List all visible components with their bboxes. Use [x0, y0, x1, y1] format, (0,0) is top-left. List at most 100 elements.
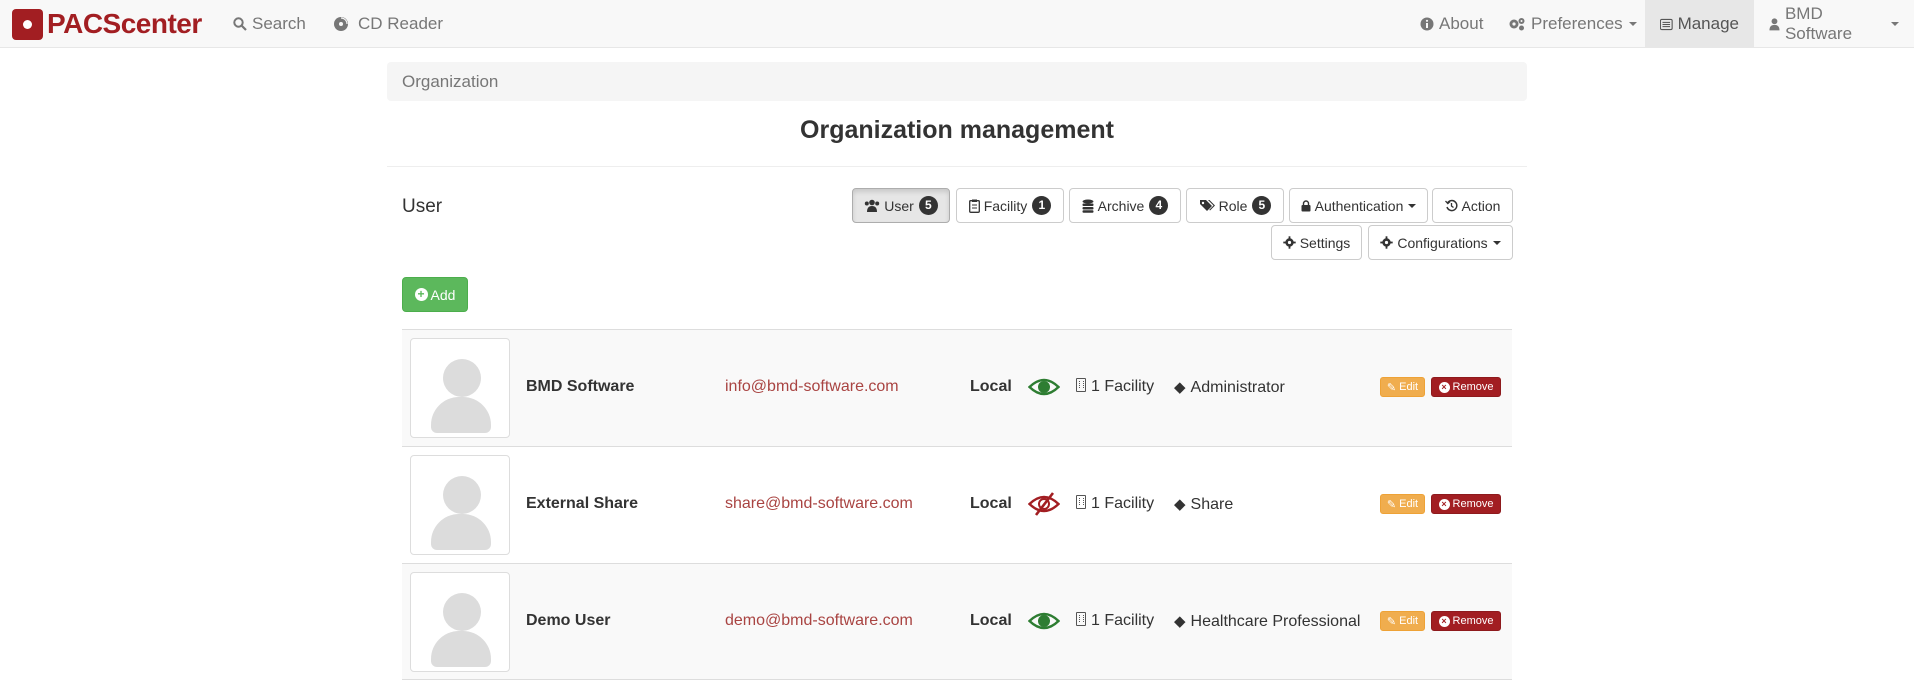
remove-button[interactable]: × Remove	[1431, 377, 1501, 397]
nav-user-menu[interactable]: BMD Software	[1754, 0, 1914, 48]
avatar	[410, 455, 510, 555]
tab-action-label: Action	[1461, 197, 1501, 214]
user-name: BMD Software	[526, 378, 635, 395]
user-email-link[interactable]: info@bmd-software.com	[725, 378, 899, 396]
remove-label: Remove	[1452, 498, 1494, 510]
search-icon	[233, 17, 247, 31]
tab-authentication-label: Authentication	[1314, 197, 1404, 214]
gear-icon	[1380, 236, 1394, 249]
tab-action[interactable]: Action	[1432, 188, 1513, 223]
edit-button[interactable]: ✎ Edit	[1380, 494, 1425, 514]
eye-slash-icon[interactable]	[1028, 492, 1060, 516]
brand-name: PACScenter	[47, 8, 202, 39]
remove-button[interactable]: × Remove	[1431, 494, 1501, 514]
remove-circle-icon: ×	[1438, 615, 1450, 627]
user-facility: 1 Facility	[1076, 612, 1154, 630]
building-icon	[1076, 378, 1086, 392]
add-user-button[interactable]: + Add	[402, 277, 468, 312]
list-item: BMD Software info@bmd-software.com Local…	[402, 329, 1512, 446]
cd-icon	[334, 17, 348, 31]
nav-manage[interactable]: Manage	[1645, 0, 1754, 48]
tab-facility-label: Facility	[983, 197, 1028, 214]
user-role: ◆ Administrator	[1174, 378, 1285, 397]
building-icon	[1076, 612, 1086, 626]
tag-icon: ◆	[1174, 613, 1186, 630]
tab-archive[interactable]: Archive 4	[1069, 188, 1181, 223]
facility-count-badge: 1	[1032, 196, 1052, 215]
user-role-label: Administrator	[1190, 379, 1285, 396]
users-icon	[865, 199, 880, 212]
tags-icon	[1199, 200, 1215, 211]
remove-circle-icon: ×	[1438, 498, 1450, 510]
edit-label: Edit	[1399, 498, 1419, 510]
nav-about[interactable]: About	[1405, 0, 1498, 48]
user-role-label: Healthcare Professional	[1190, 613, 1361, 630]
tab-user-label: User	[884, 197, 914, 214]
user-email-link[interactable]: demo@bmd-software.com	[725, 612, 913, 630]
brand-logo[interactable]: PACScenter	[12, 8, 202, 40]
list-item: External Share share@bmd-software.com Lo…	[402, 446, 1512, 563]
nav-user-menu-label: BMD Software	[1784, 4, 1853, 43]
page-title: Organization management	[800, 116, 1114, 144]
edit-label: Edit	[1399, 381, 1419, 393]
tab-archive-label: Archive	[1097, 197, 1145, 214]
tab-user[interactable]: User 5	[852, 188, 950, 223]
user-count-badge: 5	[918, 196, 938, 215]
list-icon	[1660, 18, 1673, 30]
user-facility: 1 Facility	[1076, 495, 1154, 513]
edit-button[interactable]: ✎ Edit	[1380, 611, 1425, 631]
user-email-link[interactable]: share@bmd-software.com	[725, 495, 913, 513]
user-role-label: Share	[1190, 496, 1234, 513]
tab-authentication[interactable]: Authentication	[1289, 188, 1428, 223]
add-user-label: Add	[430, 286, 456, 303]
pencil-icon: ✎	[1386, 498, 1397, 511]
top-navbar: PACScenter Search CD Reader About Prefer…	[0, 0, 1914, 48]
info-icon	[1420, 17, 1434, 31]
nav-manage-label: Manage	[1677, 14, 1739, 33]
tab-role[interactable]: Role 5	[1186, 188, 1284, 223]
nav-search[interactable]: Search	[218, 0, 321, 48]
avatar	[410, 572, 510, 672]
user-type: Local	[970, 378, 1012, 395]
role-count-badge: 5	[1252, 196, 1272, 215]
remove-circle-icon: ×	[1438, 381, 1450, 393]
nav-preferences[interactable]: Preferences	[1493, 0, 1652, 48]
list-item: Demo User demo@bmd-software.com Local 1 …	[402, 563, 1512, 680]
tab-settings[interactable]: Settings	[1271, 225, 1362, 260]
remove-label: Remove	[1452, 381, 1494, 393]
gears-icon	[1509, 18, 1525, 31]
chevron-down-icon	[1891, 22, 1899, 26]
archive-count-badge: 4	[1149, 196, 1169, 215]
nav-cd-reader[interactable]: CD Reader	[318, 0, 458, 48]
tab-settings-label: Settings	[1299, 234, 1351, 251]
chevron-down-icon	[1628, 22, 1637, 26]
nav-cd-reader-label: CD Reader	[358, 14, 444, 33]
eye-icon[interactable]	[1028, 609, 1060, 633]
breadcrumb-organization[interactable]: Organization	[402, 72, 498, 92]
plus-circle-icon: +	[414, 288, 428, 301]
eye-icon[interactable]	[1028, 375, 1060, 399]
gear-icon	[1283, 236, 1296, 249]
tab-facility[interactable]: Facility 1	[956, 188, 1064, 223]
avatar	[410, 338, 510, 438]
edit-button[interactable]: ✎ Edit	[1380, 377, 1425, 397]
tag-icon: ◆	[1174, 496, 1186, 513]
pacscenter-logo-icon	[12, 8, 43, 40]
user-name: External Share	[526, 495, 639, 512]
tab-configurations[interactable]: Configurations	[1368, 225, 1513, 260]
user-icon	[1769, 18, 1780, 31]
user-facility-label: 1 Facility	[1091, 378, 1155, 395]
user-list: BMD Software info@bmd-software.com Local…	[402, 329, 1512, 680]
user-type: Local	[970, 495, 1012, 512]
clipboard-icon	[968, 199, 980, 213]
remove-button[interactable]: × Remove	[1431, 611, 1501, 631]
breadcrumb: Organization	[387, 62, 1527, 101]
building-icon	[1076, 495, 1086, 509]
user-facility-label: 1 Facility	[1091, 495, 1155, 512]
user-name: Demo User	[526, 612, 611, 629]
nav-about-label: About	[1439, 14, 1484, 33]
nav-preferences-label: Preferences	[1531, 14, 1623, 33]
user-type: Local	[970, 612, 1012, 629]
chevron-down-icon	[1492, 240, 1501, 245]
title-divider	[387, 166, 1527, 167]
